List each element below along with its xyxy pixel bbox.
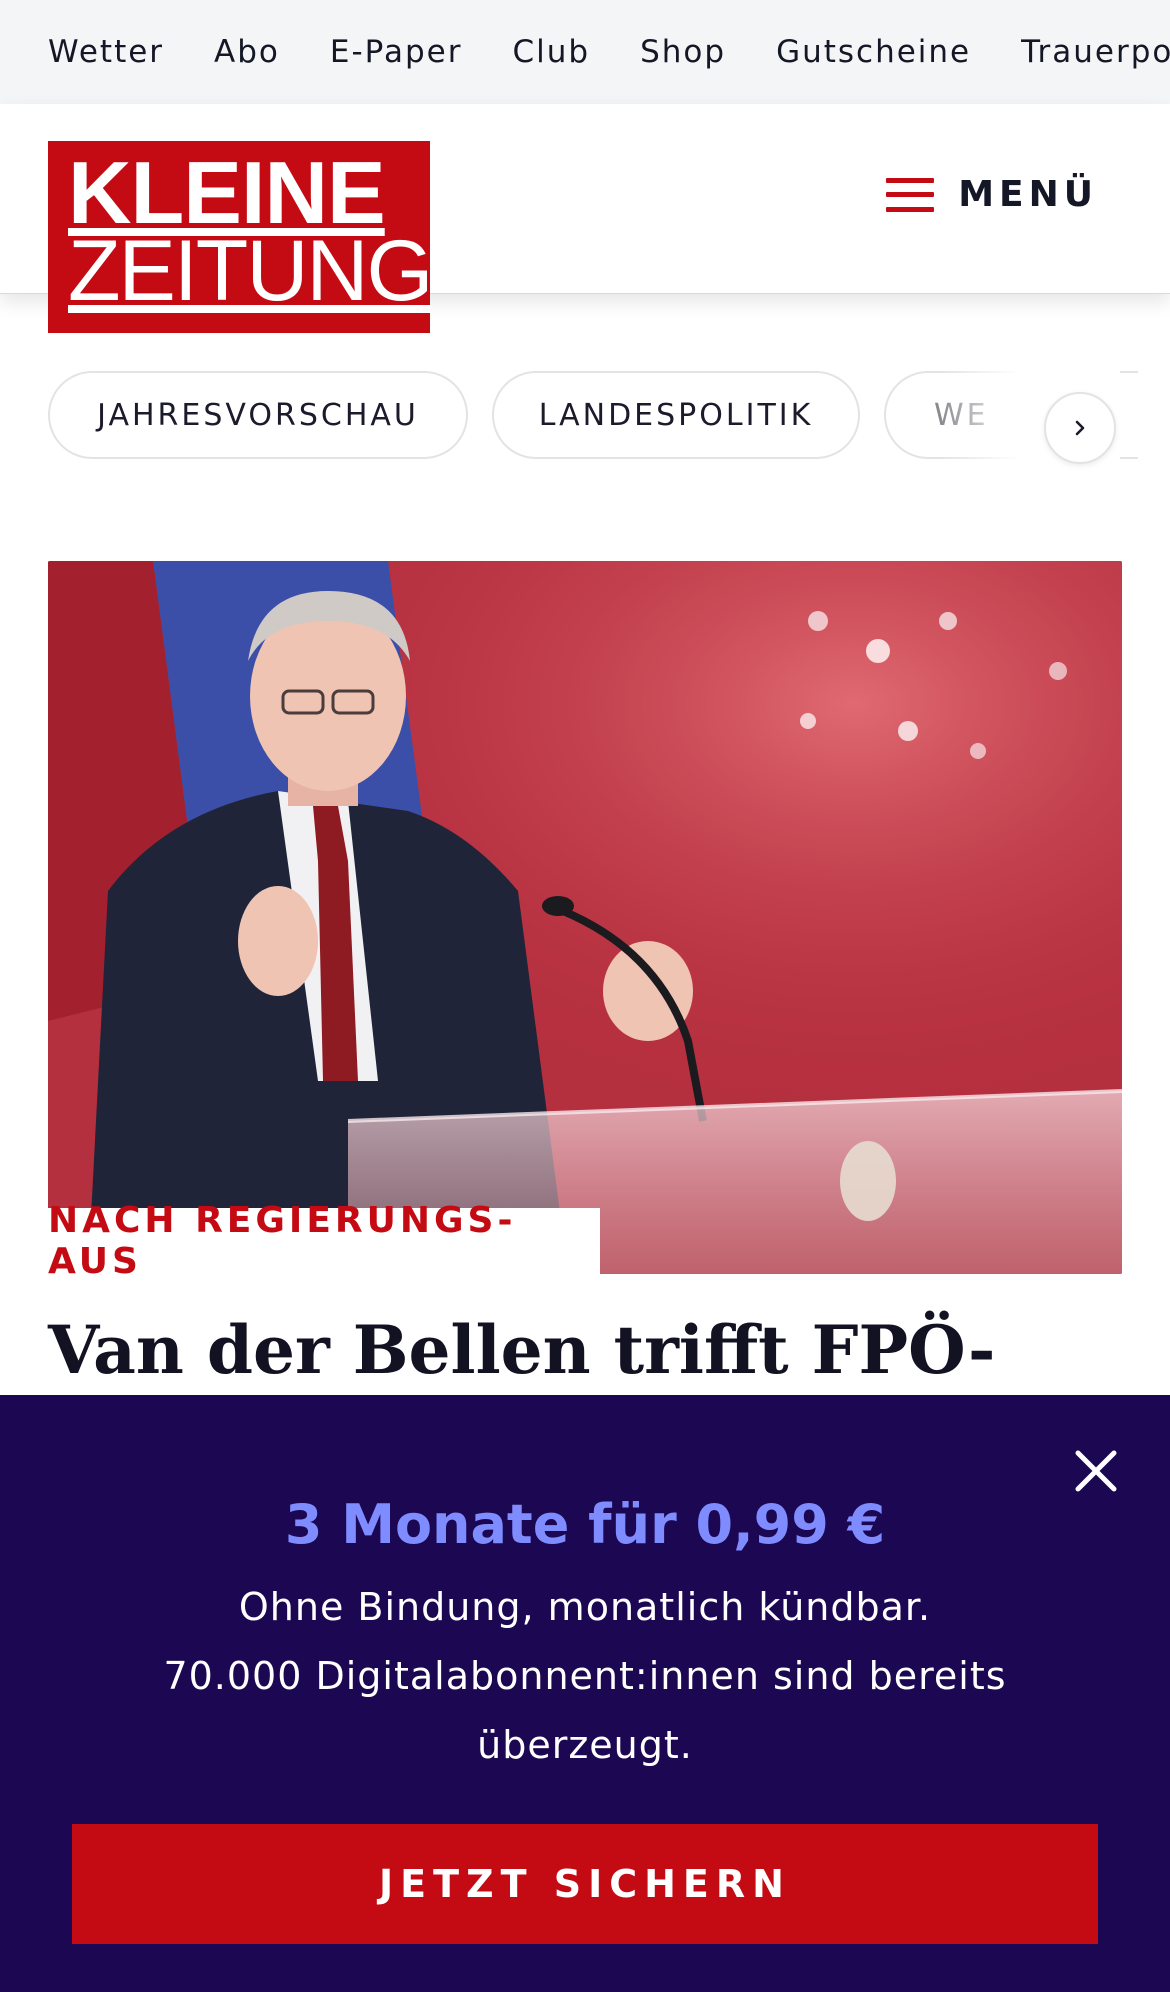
offer-title: 3 Monate für 0,99 € <box>284 1493 886 1556</box>
hero-illustration <box>48 561 1122 1274</box>
menu-label: MENÜ <box>958 174 1098 215</box>
offer-line-2: 70.000 Digitalabonnent:innen sind bereit… <box>163 1654 1007 1767</box>
utility-nav: Wetter Abo E-Paper Club Shop Gutscheine … <box>0 0 1170 104</box>
chip-jahresvorschau[interactable]: JAHRESVORSCHAU <box>48 371 468 459</box>
nav-link-wetter[interactable]: Wetter <box>48 34 164 70</box>
article-hero-image[interactable] <box>48 561 1122 1274</box>
offer-description: Ohne Bindung, monatlich kündbar. 70.000 … <box>150 1573 1020 1780</box>
nav-link-club[interactable]: Club <box>512 34 590 70</box>
close-icon <box>1075 1450 1117 1492</box>
nav-link-gutscheine[interactable]: Gutscheine <box>776 34 971 70</box>
logo-line-1: KLEINE <box>68 143 386 242</box>
logo-line-2: ZEITUNG <box>68 223 433 319</box>
chip-landespolitik[interactable]: LANDESPOLITIK <box>492 371 860 459</box>
subscribe-button[interactable]: JETZT SICHERN <box>72 1824 1098 1944</box>
nav-link-epaper[interactable]: E-Paper <box>330 34 463 70</box>
subscription-overlay: 3 Monate für 0,99 € Ohne Bindung, monatl… <box>0 1395 1170 1992</box>
site-logo[interactable]: KLEINE ZEITUNG <box>48 141 433 333</box>
chips-next-button[interactable] <box>1044 392 1116 464</box>
nav-link-shop[interactable]: Shop <box>640 34 726 70</box>
nav-link-trauerportal[interactable]: Trauerpo <box>1021 34 1170 70</box>
close-button[interactable] <box>1072 1447 1120 1495</box>
offer-line-1: Ohne Bindung, monatlich kündbar. <box>238 1585 932 1629</box>
article-kicker: NACH REGIERUNGS-AUS <box>48 1200 517 1282</box>
site-header: KLEINE ZEITUNG MENÜ <box>0 104 1170 333</box>
menu-button[interactable]: MENÜ <box>886 174 1098 215</box>
nav-link-abo[interactable]: Abo <box>214 34 280 70</box>
page: Wetter Abo E-Paper Club Shop Gutscheine … <box>0 0 1170 1992</box>
kicker-box: NACH REGIERUNGS-AUS <box>48 1200 600 1282</box>
chevron-right-icon <box>1075 420 1085 436</box>
hamburger-icon <box>886 177 935 212</box>
